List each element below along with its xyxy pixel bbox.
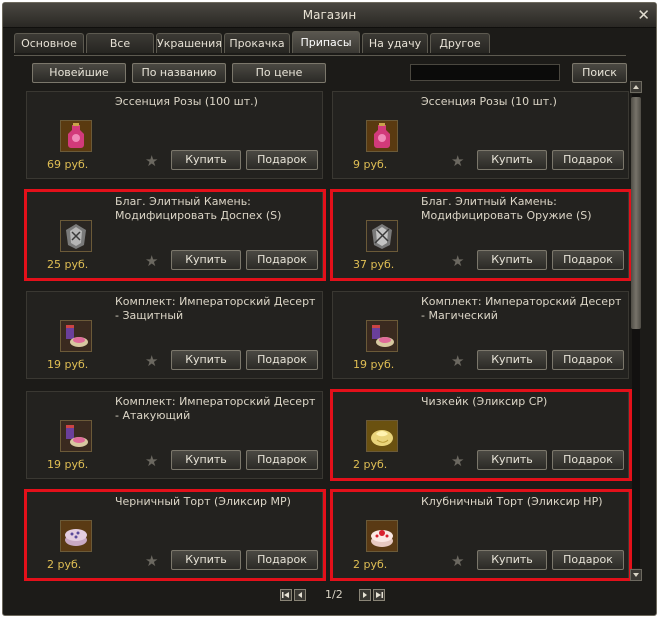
item-name: Черничный Торт (Эликсир MP) [115, 495, 291, 508]
next-page-icon[interactable] [359, 589, 371, 601]
prev-page-icon[interactable] [294, 589, 306, 601]
item-card: Комплект: Императорский Десерт - Магичес… [332, 291, 629, 379]
gift-button[interactable]: Подарок [552, 350, 624, 370]
category-tabs: Основное Все Украшения Прокачка Припасы … [14, 31, 492, 55]
favorite-star-icon[interactable]: ★ [451, 353, 464, 369]
buy-button[interactable]: Купить [171, 450, 241, 470]
tab-luck[interactable]: На удачу [362, 33, 428, 53]
buy-button[interactable]: Купить [477, 250, 547, 270]
weapon-stone-icon[interactable] [366, 220, 398, 252]
dessert-set-icon[interactable] [60, 420, 92, 452]
item-name: Эссенция Розы (100 шт.) [115, 95, 258, 108]
buy-button[interactable]: Купить [477, 350, 547, 370]
gift-button[interactable]: Подарок [552, 250, 624, 270]
armor-stone-icon[interactable] [60, 220, 92, 252]
favorite-star-icon[interactable]: ★ [145, 453, 158, 469]
strawberry-cake-icon[interactable] [366, 520, 398, 552]
buy-button[interactable]: Купить [171, 550, 241, 570]
item-price: 19 руб. [47, 458, 89, 471]
favorite-star-icon[interactable]: ★ [145, 353, 158, 369]
dessert-set-icon[interactable] [366, 320, 398, 352]
item-price: 9 руб. [353, 158, 388, 171]
item-name: Благ. Элитный Камень: Модифицировать Ору… [421, 195, 592, 222]
gift-button[interactable]: Подарок [552, 150, 624, 170]
item-card: Комплект: Императорский Десерт - Атакующ… [26, 391, 323, 479]
last-page-icon[interactable] [373, 589, 385, 601]
gift-button[interactable]: Подарок [246, 150, 318, 170]
blueberry-cake-icon[interactable] [60, 520, 92, 552]
favorite-star-icon[interactable]: ★ [145, 553, 158, 569]
item-price: 2 руб. [47, 558, 82, 571]
scroll-up-arrow-icon[interactable] [630, 81, 642, 93]
rose-essence-icon[interactable] [366, 120, 398, 152]
item-price: 69 руб. [47, 158, 89, 171]
sort-price-button[interactable]: По цене [232, 63, 326, 83]
favorite-star-icon[interactable]: ★ [451, 253, 464, 269]
favorite-star-icon[interactable]: ★ [451, 553, 464, 569]
item-card: Чизкейк (Эликсир CP) 2 руб. ★ Купить Подарок [332, 391, 629, 479]
item-card: Эссенция Розы (10 шт.) 9 руб. ★ Купить Подар… [332, 91, 629, 179]
search-input[interactable] [410, 64, 560, 81]
item-price: 19 руб. [47, 358, 89, 371]
buy-button[interactable]: Купить [477, 550, 547, 570]
gift-button[interactable]: Подарок [246, 350, 318, 370]
dessert-set-icon[interactable] [60, 320, 92, 352]
item-name: Клубничный Торт (Эликсир HP) [421, 495, 603, 508]
gift-button[interactable]: Подарок [246, 550, 318, 570]
tab-divider [14, 55, 626, 56]
buy-button[interactable]: Купить [171, 150, 241, 170]
gift-button[interactable]: Подарок [246, 450, 318, 470]
item-name: Эссенция Розы (10 шт.) [421, 95, 557, 108]
item-card: Клубничный Торт (Эликсир HP) 2 руб. ★ Купит… [332, 491, 629, 579]
item-price: 2 руб. [353, 458, 388, 471]
item-card: Благ. Элитный Камень: Модифицировать Ору… [332, 191, 629, 279]
item-name: Чизкейк (Эликсир CP) [421, 395, 548, 408]
buy-button[interactable]: Купить [171, 350, 241, 370]
item-name: Благ. Элитный Камень: Модифицировать Дос… [115, 195, 282, 222]
tab-supplies[interactable]: Припасы [292, 31, 360, 53]
scrollbar[interactable] [630, 81, 642, 581]
tab-accessories[interactable]: Украшения [156, 33, 222, 53]
sort-newest-button[interactable]: Новейшие [32, 63, 126, 83]
item-card: Черничный Торт (Эликсир MP) 2 руб. ★ Купить… [26, 491, 323, 579]
favorite-star-icon[interactable]: ★ [145, 253, 158, 269]
close-icon[interactable]: ✕ [637, 3, 650, 27]
tab-enhancement[interactable]: Прокачка [224, 33, 290, 53]
favorite-star-icon[interactable]: ★ [451, 453, 464, 469]
item-price: 25 руб. [47, 258, 89, 271]
sort-name-button[interactable]: По названию [132, 63, 226, 83]
buy-button[interactable]: Купить [477, 450, 547, 470]
buy-button[interactable]: Купить [477, 150, 547, 170]
item-price: 19 руб. [353, 358, 395, 371]
item-name: Комплект: Императорский Десерт - Защитны… [115, 295, 316, 322]
item-name: Комплект: Императорский Десерт - Атакующ… [115, 395, 316, 422]
tab-all[interactable]: Все [86, 33, 154, 53]
item-card: Комплект: Императорский Десерт - Защитны… [26, 291, 323, 379]
gift-button[interactable]: Подарок [552, 450, 624, 470]
favorite-star-icon[interactable]: ★ [451, 153, 464, 169]
tab-main[interactable]: Основное [14, 33, 84, 53]
scroll-thumb[interactable] [631, 97, 641, 329]
item-card: Эссенция Розы (100 шт.) 69 руб. ★ Купить Под… [26, 91, 323, 179]
gift-button[interactable]: Подарок [246, 250, 318, 270]
window-title: Магазин [302, 8, 357, 22]
page-indicator: 1/2 [325, 588, 343, 601]
rose-essence-icon[interactable] [60, 120, 92, 152]
item-card: Благ. Элитный Камень: Модифицировать Дос… [26, 191, 323, 279]
first-page-icon[interactable] [280, 589, 292, 601]
gift-button[interactable]: Подарок [552, 550, 624, 570]
cheesecake-icon[interactable] [366, 420, 398, 452]
scroll-down-arrow-icon[interactable] [630, 569, 642, 581]
item-name: Комплект: Императорский Десерт - Магичес… [421, 295, 622, 322]
title-bar: Магазин ✕ [3, 3, 656, 28]
tab-other[interactable]: Другое [430, 33, 490, 53]
item-price: 2 руб. [353, 558, 388, 571]
item-price: 37 руб. [353, 258, 395, 271]
buy-button[interactable]: Купить [171, 250, 241, 270]
favorite-star-icon[interactable]: ★ [145, 153, 158, 169]
search-button[interactable]: Поиск [572, 63, 627, 83]
